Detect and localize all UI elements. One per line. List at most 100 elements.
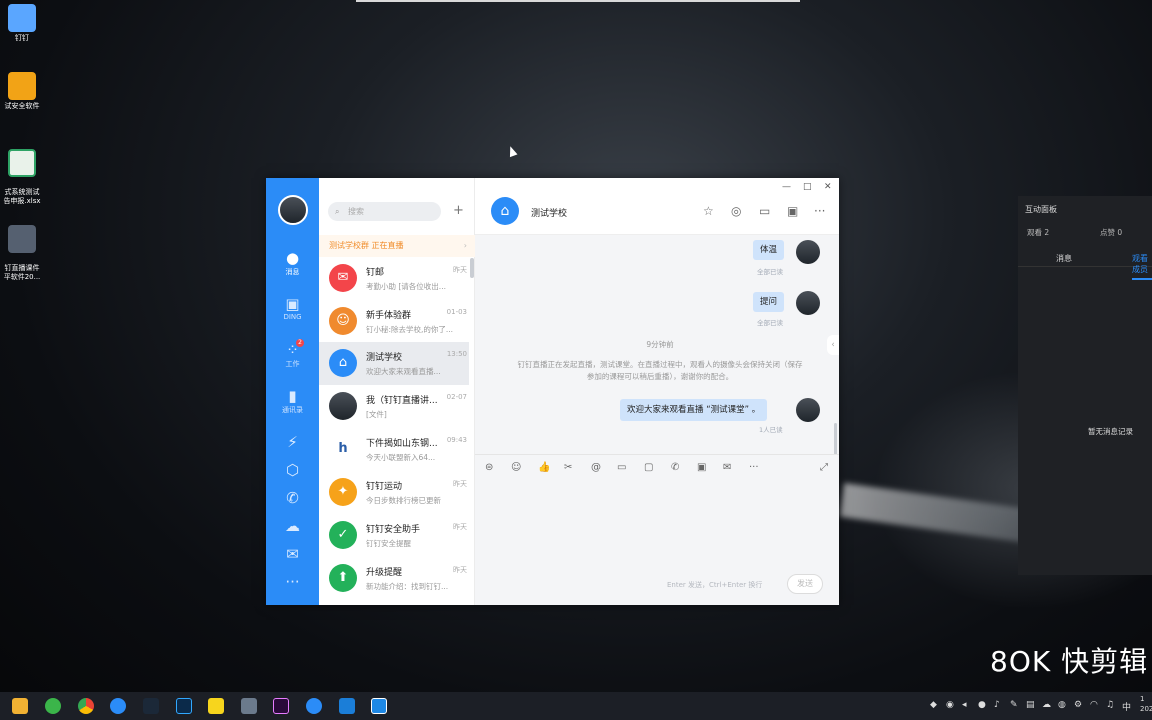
more-dots-icon[interactable]: ··· [814,204,825,218]
message-bubble[interactable]: 提问 [753,292,785,312]
conversation-list: ⌕ 搜索 + 测试学校群 正在直播 › ✉ 钉邮 昨天 考勤小助 [请各位收出.… [319,178,475,605]
mention-icon[interactable]: @ [591,462,601,473]
desktop-icon-dingtalk[interactable]: 钉钉 [0,4,44,43]
message-bubble[interactable]: 体温 [753,240,785,260]
more-dots-icon[interactable]: ··· [749,462,759,473]
conversation-item[interactable]: ⬆ 升级提醒 昨天 新功能介绍：找到钉钉... [319,557,469,600]
screen-share-bar [356,0,800,2]
pen-tray-icon[interactable]: ✎ [1010,700,1018,710]
conversation-item[interactable]: ✉ 钉邮 昨天 考勤小助 [请各位收出... [319,257,469,300]
folder-icon[interactable]: ▭ [617,462,626,473]
dingtalk-tray-icon[interactable]: ● [978,700,986,710]
list-scrollbar[interactable] [470,258,474,278]
phone-icon[interactable]: ✆ [671,462,679,473]
mail-icon[interactable]: ✉ [723,462,731,473]
ding-icon: ▣ [285,295,300,313]
shield-tray-icon[interactable]: ◆ [930,700,937,710]
chat-scrollbar[interactable] [834,423,837,455]
minimize-button[interactable]: — [782,182,791,192]
mail-icon: ✉ [286,545,299,563]
user-manager-icon[interactable] [241,698,257,714]
rail-item-more[interactable]: ··· [266,574,319,591]
photoshop-icon[interactable] [176,698,192,714]
arrow-tray-icon[interactable]: ◂ [962,700,967,710]
scissors-icon[interactable]: ✂ [564,462,572,473]
conversation-item[interactable]: ☺ 新手体验群 01-03 钉小秘:除去学校,的你了... [319,300,469,343]
conversation-item[interactable]: 我（钉钉直播讲... 02-07 [文件] [319,385,469,428]
rail-item-phone[interactable]: ✆ [266,490,319,507]
live-icon[interactable]: ▣ [697,462,706,473]
rail-item-work[interactable]: ⁘ 2 工作 [266,339,319,369]
conversation-item[interactable]: ✦ 钉钉运动 昨天 今日步数排行榜已更新 [319,471,469,514]
rail-item-hexagon[interactable]: ⬡ [266,462,319,479]
dingtalk-active-icon[interactable] [306,698,322,714]
running-icon: ✦ [329,478,357,506]
desktop-icon-video[interactable]: 钉直播课件 平软件20... [0,216,44,291]
call-icon[interactable]: ◎ [731,204,741,218]
search-icon: ⌕ [335,207,340,216]
gif-icon[interactable]: ⊜ [485,462,493,473]
volume-tray-icon[interactable]: ♫ [1106,700,1114,710]
conversation-item-selected[interactable]: ⌂ 测试学校 13:50 欢迎大家来观看直播... [319,342,469,385]
send-button[interactable]: 发送 [787,574,823,594]
emoji-icon[interactable]: ☺ [511,462,521,473]
group-icon: ☺ [329,307,357,335]
desktop-icon-label: 钉钉 [15,34,29,42]
more-dots-icon: ··· [285,573,300,591]
shield-app-icon [8,72,36,100]
conversation-item[interactable]: h 下件揭如山东钢... 09:43 今天小联盟新入64... [319,428,469,471]
taskbar: ◆ ◉ ◂ ● ♪ ✎ ▤ ☁ ◍ ⚙ ◠ ♫ 中 1 202 [0,692,1152,720]
rail-item-ding[interactable]: ▣ DING [266,295,319,322]
pin-icon[interactable]: ☆ [703,204,714,218]
task-icon[interactable]: ▢ [644,462,653,473]
clock[interactable]: 1 202 [1140,694,1152,714]
mic-tray-icon[interactable]: ♪ [994,700,1000,710]
settings-tray-icon[interactable]: ⚙ [1074,700,1082,710]
school-icon: ⌂ [329,349,357,377]
company-logo-icon: h [329,435,357,463]
welcome-message-bubble[interactable]: 欢迎大家来观看直播 “测试课堂” 。 [620,399,768,421]
ime-indicator[interactable]: 中 [1122,700,1131,713]
expand-icon[interactable]: ⤢ [820,462,828,473]
chevron-right-icon: › [463,241,467,250]
add-button[interactable]: + [450,203,467,220]
sticky-notes-icon[interactable] [208,698,224,714]
thumbs-up-icon[interactable]: 👍 [538,462,550,473]
tab-viewers[interactable]: 观看成员 [1132,253,1152,280]
chat-pane: ⌂ 测试学校 ☆ ◎ ▭ ▣ ··· — □ ✕ 体温 全部已读 提问 全部已读… [475,178,839,605]
wechat-tray-icon[interactable]: ◍ [1058,700,1066,710]
file-explorer-icon[interactable] [12,698,28,714]
rail-item-mail[interactable]: ✉ [266,546,319,563]
network-tray-icon[interactable]: ▤ [1026,700,1035,710]
rail-item-cloud[interactable]: ☁ [266,518,319,535]
browser-green-icon[interactable] [45,698,61,714]
chrome-icon[interactable] [78,698,94,714]
spreadsheet-icon [8,149,36,177]
sender-avatar[interactable] [796,291,820,315]
rail-item-lightning[interactable]: ⚡ [266,434,319,451]
record-tray-icon[interactable]: ◉ [946,700,954,710]
dingtalk-icon[interactable] [110,698,126,714]
close-button[interactable]: ✕ [824,182,832,192]
folder-icon[interactable]: ▭ [759,204,770,218]
sender-avatar[interactable] [796,240,820,264]
rail-item-contacts[interactable]: ▮ 通讯录 [266,388,319,415]
live-app-icon[interactable] [371,698,387,714]
collapse-panel-button[interactable]: ‹ [827,335,839,355]
rail-item-messages[interactable]: ● 消息 [266,250,319,277]
wifi-tray-icon[interactable]: ◠ [1090,700,1098,710]
cloud-app-icon[interactable] [339,698,355,714]
search-input[interactable]: ⌕ 搜索 [328,202,441,221]
profile-avatar[interactable] [278,195,308,225]
sender-avatar[interactable] [796,398,820,422]
tab-messages[interactable]: 消息 [1056,253,1072,264]
premiere-icon[interactable] [273,698,289,714]
cloud-tray-icon[interactable]: ☁ [1042,700,1051,710]
live-banner[interactable]: 测试学校群 正在直播 › [319,235,475,257]
desktop-icon-security[interactable]: 试安全软件 [0,72,44,111]
desktop-icon-spreadsheet[interactable]: 式系统测试 告申报.xlsx [0,140,44,215]
conversation-item[interactable]: ✓ 钉钉安全助手 昨天 钉钉安全提醒 [319,514,469,557]
live-icon[interactable]: ▣ [787,204,798,218]
maximize-button[interactable]: □ [803,182,812,192]
steam-icon[interactable] [143,698,159,714]
